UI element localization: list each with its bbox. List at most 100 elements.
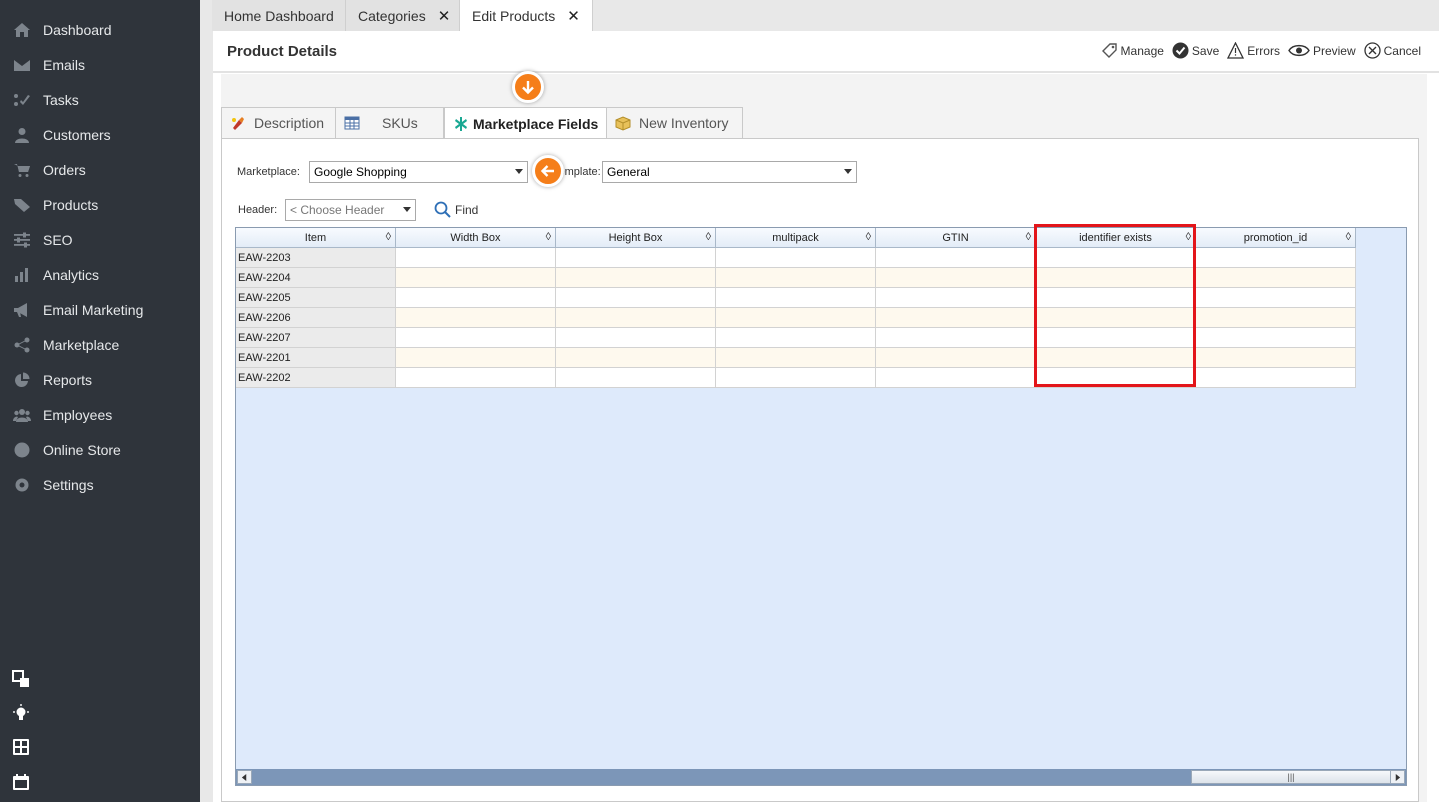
tab-marketplace-fields[interactable]: Marketplace Fields <box>444 107 607 140</box>
save-label: Save <box>1191 43 1220 58</box>
sidebar-item-emails[interactable]: Emails <box>0 47 200 82</box>
sidebar-item-customers[interactable]: Customers <box>0 117 200 152</box>
calendar-icon[interactable] <box>11 772 31 792</box>
tab-edit-products[interactable]: Edit Products ✕ <box>460 0 593 31</box>
column-header-height-box[interactable]: Height Box ◊ <box>556 228 716 248</box>
tab-skus[interactable]: SKUs <box>335 107 444 139</box>
grid-cell[interactable] <box>556 248 716 268</box>
grid-cell[interactable] <box>876 328 1036 348</box>
sort-icon[interactable]: ◊ <box>1026 231 1031 243</box>
column-header-gtin[interactable]: GTIN ◊ <box>876 228 1036 248</box>
grid-cell[interactable] <box>556 268 716 288</box>
grid-cell[interactable] <box>396 328 556 348</box>
sidebar-item-tasks[interactable]: Tasks <box>0 82 200 117</box>
sort-icon[interactable]: ◊ <box>386 231 391 243</box>
grid-cell[interactable] <box>716 288 876 308</box>
calculator-icon[interactable] <box>11 737 31 757</box>
item-cell[interactable]: EAW-2202 <box>236 368 396 388</box>
grid-cell[interactable] <box>716 268 876 288</box>
item-cell[interactable]: EAW-2207 <box>236 328 396 348</box>
sidebar-item-email-marketing[interactable]: Email Marketing <box>0 292 200 327</box>
grid-cell[interactable] <box>1196 308 1356 328</box>
sidebar-item-employees[interactable]: Employees <box>0 397 200 432</box>
item-cell[interactable]: EAW-2204 <box>236 268 396 288</box>
item-cell[interactable]: EAW-2203 <box>236 248 396 268</box>
header-placeholder: < Choose Header <box>290 203 385 217</box>
grid-cell[interactable] <box>716 308 876 328</box>
grid-cell[interactable] <box>716 328 876 348</box>
grid-cell[interactable] <box>1196 368 1356 388</box>
tab-new-inventory[interactable]: New Inventory <box>606 107 743 139</box>
sidebar-item-reports[interactable]: Reports <box>0 362 200 397</box>
grid-cell[interactable] <box>396 248 556 268</box>
sidebar-item-settings[interactable]: Settings <box>0 467 200 502</box>
template-select[interactable]: General <box>602 161 857 183</box>
header-label: Header: <box>238 204 278 216</box>
grid-cell[interactable] <box>1196 348 1356 368</box>
column-header-width-box[interactable]: Width Box ◊ <box>396 228 556 248</box>
horizontal-scrollbar[interactable]: ||| <box>236 769 1406 785</box>
cancel-button[interactable]: Cancel <box>1363 42 1421 59</box>
sidebar-item-products[interactable]: Products <box>0 187 200 222</box>
lightbulb-icon[interactable] <box>11 703 31 723</box>
grid-cell[interactable] <box>396 368 556 388</box>
grid-cell[interactable] <box>556 328 716 348</box>
save-button[interactable]: Save <box>1172 42 1219 59</box>
sidebar-item-online-store[interactable]: Online Store <box>0 432 200 467</box>
header-select[interactable]: < Choose Header <box>285 199 416 221</box>
sliders-icon <box>12 232 32 248</box>
grid-cell[interactable] <box>876 288 1036 308</box>
grid-cell[interactable] <box>556 368 716 388</box>
sidebar-item-analytics[interactable]: Analytics <box>0 257 200 292</box>
tab-description[interactable]: Description <box>221 107 336 139</box>
grid-cell[interactable] <box>556 288 716 308</box>
scrollbar-thumb[interactable]: ||| <box>1191 770 1391 784</box>
close-icon[interactable]: ✕ <box>438 7 451 25</box>
grid-cell[interactable] <box>396 348 556 368</box>
item-cell[interactable]: EAW-2205 <box>236 288 396 308</box>
grid-cell[interactable] <box>1196 248 1356 268</box>
column-header-multipack[interactable]: multipack ◊ <box>716 228 876 248</box>
marketplace-select[interactable]: Google Shopping <box>309 161 528 183</box>
grid-cell[interactable] <box>396 268 556 288</box>
find-button[interactable]: Find <box>434 201 478 218</box>
item-cell[interactable]: EAW-2206 <box>236 308 396 328</box>
grid-cell[interactable] <box>556 308 716 328</box>
grid-cell[interactable] <box>876 308 1036 328</box>
grid-cell[interactable] <box>876 368 1036 388</box>
tab-categories[interactable]: Categories ✕ <box>346 0 460 31</box>
scroll-right-button[interactable] <box>1390 770 1405 784</box>
errors-button[interactable]: Errors <box>1227 42 1280 59</box>
sidebar-item-orders[interactable]: Orders <box>0 152 200 187</box>
column-header-item[interactable]: Item ◊ <box>236 228 396 248</box>
grid-cell[interactable] <box>876 248 1036 268</box>
grid-cell[interactable] <box>716 348 876 368</box>
tab-home-dashboard[interactable]: Home Dashboard <box>212 0 346 31</box>
preview-button[interactable]: Preview <box>1288 42 1356 59</box>
grid-cell[interactable] <box>716 248 876 268</box>
grid-cell[interactable] <box>876 268 1036 288</box>
manage-button[interactable]: Manage <box>1101 42 1164 59</box>
sort-icon[interactable]: ◊ <box>866 231 871 243</box>
column-header-promotion-id[interactable]: promotion_id ◊ <box>1196 228 1356 248</box>
sidebar-item-label: Email Marketing <box>43 301 144 318</box>
scroll-left-button[interactable] <box>237 770 252 784</box>
chevron-down-icon <box>844 169 852 174</box>
grid-cell[interactable] <box>396 288 556 308</box>
item-cell[interactable]: EAW-2201 <box>236 348 396 368</box>
grid-cell[interactable] <box>556 348 716 368</box>
sort-icon[interactable]: ◊ <box>1346 231 1351 243</box>
grid-cell[interactable] <box>1196 268 1356 288</box>
grid-cell[interactable] <box>716 368 876 388</box>
close-icon[interactable]: ✕ <box>567 7 580 25</box>
grid-cell[interactable] <box>1196 288 1356 308</box>
sort-icon[interactable]: ◊ <box>706 231 711 243</box>
sidebar-item-marketplace[interactable]: Marketplace <box>0 327 200 362</box>
grid-cell[interactable] <box>396 308 556 328</box>
grid-cell[interactable] <box>1196 328 1356 348</box>
sidebar-item-dashboard[interactable]: Dashboard <box>0 12 200 47</box>
sidebar-item-seo[interactable]: SEO <box>0 222 200 257</box>
windows-icon[interactable] <box>11 669 31 689</box>
grid-cell[interactable] <box>876 348 1036 368</box>
sort-icon[interactable]: ◊ <box>546 231 551 243</box>
